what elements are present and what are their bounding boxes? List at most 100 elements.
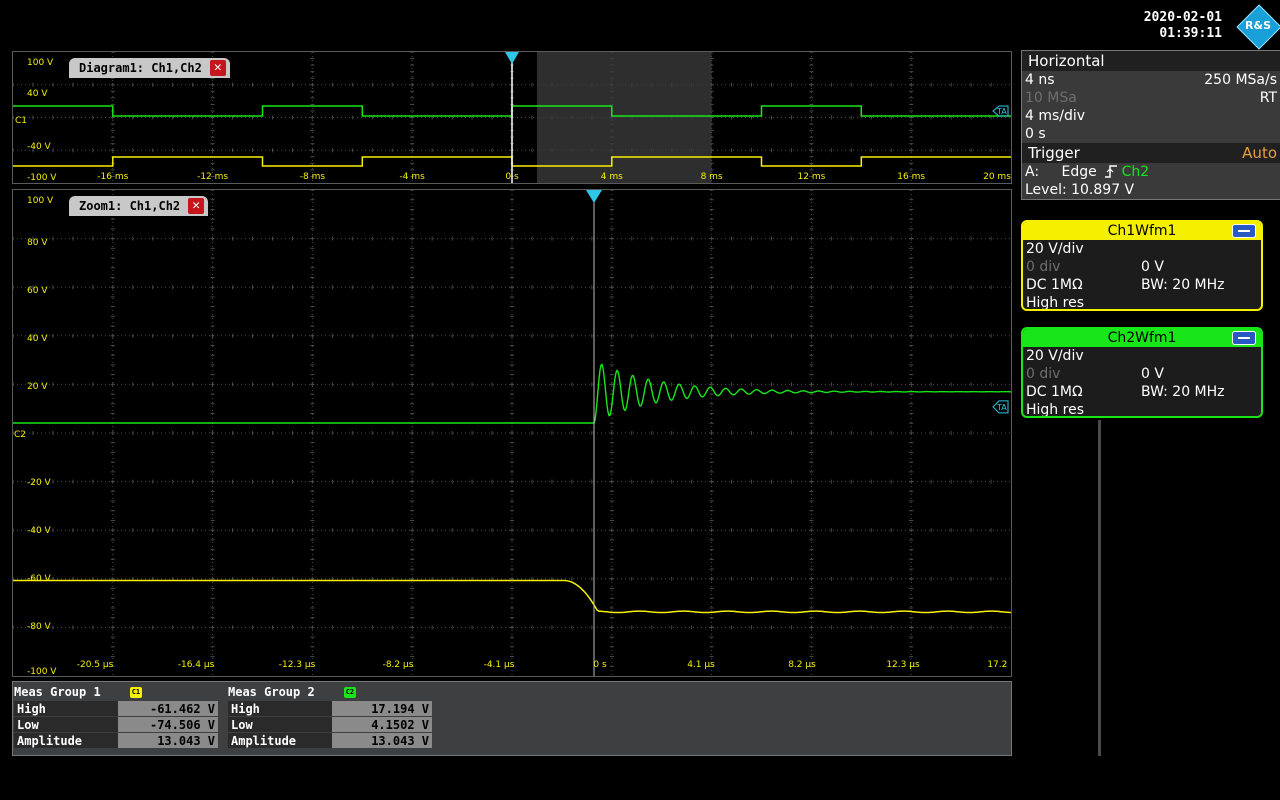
horizontal-position-value: 0 s (1025, 126, 1046, 142)
x-axis-label: 8 ms (701, 172, 723, 182)
meas-group-2-table: High 17.194 V Low 4.1502 V Amplitude 13.043… (228, 700, 432, 749)
meas-group-1-header: Meas Group 1 C1 (14, 685, 218, 700)
ch2-scale: 20 V/div (1026, 348, 1084, 364)
table-row: Low 4.1502 V (228, 717, 432, 732)
x-axis-label: 12.3 µs (886, 660, 920, 670)
x-axis-label: -16 ms (97, 172, 128, 182)
y-axis-label: 100 V (27, 196, 54, 206)
trigger-marker-label: TA (996, 107, 1007, 116)
trigger-title: Trigger (1028, 144, 1080, 162)
meas-value: 4.1502 V (332, 717, 432, 732)
meas-label: Amplitude (14, 733, 118, 748)
trigger-prefix: A: (1025, 164, 1040, 180)
ch1-bandwidth: BW: 20 MHz (1141, 277, 1225, 293)
x-axis-label: 20 ms (983, 172, 1011, 182)
datetime: 2020-02-01 01:39:11 (1130, 10, 1222, 42)
trigger-position-icon (586, 190, 602, 203)
horizontal-panel[interactable]: Horizontal 4 ns 250 MSa/s 10 MSa RT 4 ms… (1021, 50, 1280, 200)
meas-group-2-header: Meas Group 2 C2 (228, 685, 432, 700)
ch2-wfm-title: Ch2Wfm1 (1107, 330, 1177, 346)
horizontal-title: Horizontal (1022, 51, 1280, 71)
ch1-wfm-box[interactable]: Ch1Wfm1 20 V/div 0 div 0 V DC 1MΩ BW: 20… (1021, 220, 1263, 311)
ch1-offset: 0 V (1141, 259, 1164, 275)
rs-logo: R&S (1236, 4, 1280, 50)
meas-label: High (228, 701, 332, 716)
ch2-bandwidth: BW: 20 MHz (1141, 384, 1225, 400)
ch1-minimize-icon[interactable] (1232, 224, 1256, 238)
trigger-level-value: Level: 10.897 V (1025, 182, 1135, 198)
ch1-wfm-title: Ch1Wfm1 (1107, 223, 1177, 239)
x-axis-label: -12 ms (197, 172, 228, 182)
diagram1-tab-label: Diagram1: Ch1,Ch2 (79, 61, 202, 75)
meas-value: -74.506 V (118, 717, 218, 732)
rising-edge-icon (1105, 165, 1118, 178)
ch1-scale: 20 V/div (1026, 241, 1084, 257)
meas-group-2-badge: C2 (343, 687, 356, 698)
x-axis-label: -4.1 µs (484, 660, 515, 670)
meas-value: 17.194 V (332, 701, 432, 716)
x-axis-label: 17.2 µs (987, 660, 1011, 670)
rs-logo-text: R&S (1245, 19, 1271, 32)
table-row: High 17.194 V (228, 701, 432, 716)
meas-group-2[interactable]: Meas Group 2 C2 High 17.194 V Low 4.1502 V… (228, 685, 432, 749)
ch2-mode: High res (1026, 402, 1084, 418)
zoom1-tab[interactable]: Zoom1: Ch1,Ch2 ✕ (69, 196, 209, 216)
diagram1-plot[interactable]: 100 V 40 V -40 V -100 V -16 ms -12 ms -8 ms -4 … (12, 51, 1012, 184)
trigger-type: Edge (1061, 164, 1097, 180)
table-row: Low -74.506 V (14, 717, 218, 732)
zoom1-close-icon[interactable]: ✕ (188, 198, 205, 214)
sample-rate-value: 250 MSa/s (1204, 72, 1277, 88)
meas-group-1[interactable]: Meas Group 1 C1 High -61.462 V Low -74.506… (14, 685, 218, 749)
ch1-coupling-row: DC 1MΩ BW: 20 MHz (1023, 276, 1261, 294)
sidebar-divider (1098, 420, 1101, 756)
x-axis-label: 4.1 µs (687, 660, 715, 670)
x-axis-label: -12.3 µs (279, 660, 316, 670)
time-text: 01:39:11 (1159, 26, 1222, 41)
trigger-marker-label: TA (996, 403, 1007, 412)
ch1-position-row: 0 div 0 V (1023, 258, 1261, 276)
ch1-wfm-title-bar: Ch1Wfm1 (1023, 222, 1261, 240)
zoom-region (536, 52, 712, 183)
horizontal-row-resolution: 4 ns 250 MSa/s (1022, 71, 1280, 89)
x-axis-label: -16.4 µs (178, 660, 215, 670)
ch2-wfm-title-bar: Ch2Wfm1 (1023, 329, 1261, 347)
meas-group-1-table: High -61.462 V Low -74.506 V Amplitude 13.0… (14, 700, 218, 749)
x-axis-label: -8.2 µs (383, 660, 414, 670)
ch2-position-row: 0 div 0 V (1023, 365, 1261, 383)
y-axis-label: -20 V (27, 478, 52, 488)
y-axis-label: -60 V (27, 574, 52, 584)
measurement-panel: Meas Group 1 C1 High -61.462 V Low -74.506… (12, 681, 1012, 756)
y-axis-label: 20 V (27, 382, 48, 392)
ch2-minimize-icon[interactable] (1232, 331, 1256, 345)
meas-label: Low (228, 717, 332, 732)
meas-label: Low (14, 717, 118, 732)
zoom1-tab-label: Zoom1: Ch1,Ch2 (79, 199, 181, 213)
horizontal-row-record-length: 10 MSa RT (1022, 89, 1280, 107)
ch2-marker-label: C2 (14, 430, 26, 440)
ch1-mode: High res (1026, 295, 1084, 311)
diagram1-tab[interactable]: Diagram1: Ch1,Ch2 ✕ (69, 58, 230, 78)
y-axis-label: 60 V (27, 286, 48, 296)
y-axis-label: -80 V (27, 622, 52, 632)
ch2-offset: 0 V (1141, 366, 1164, 382)
y-axis-label: -100 V (27, 667, 57, 676)
y-axis-label: 40 V (27, 334, 48, 344)
meas-group-1-title: Meas Group 1 (14, 685, 101, 699)
x-axis-label: 0 s (593, 660, 607, 670)
zoom1-canvas: 100 V 80 V 60 V 40 V 20 V -20 V -40 V -60 V -80 … (13, 190, 1011, 676)
x-axis-label: 4 ms (601, 172, 623, 182)
meas-group-2-title: Meas Group 2 (228, 685, 315, 699)
table-row: High -61.462 V (14, 701, 218, 716)
zoom1-plot[interactable]: 100 V 80 V 60 V 40 V 20 V -20 V -40 V -60 V -80 … (12, 189, 1012, 677)
table-row: Amplitude 13.043 V (228, 733, 432, 748)
resolution-value: 4 ns (1025, 72, 1055, 88)
trigger-mode-value: Auto (1242, 144, 1277, 162)
ch2-wfm-box[interactable]: Ch2Wfm1 20 V/div 0 div 0 V DC 1MΩ BW: 20… (1021, 327, 1263, 418)
table-row: Amplitude 13.043 V (14, 733, 218, 748)
ch1-marker-label: C1 (15, 116, 27, 126)
meas-label: Amplitude (228, 733, 332, 748)
trigger-position-icon (505, 52, 519, 64)
y-axis-label: -40 V (27, 526, 52, 536)
y-axis-label: 100 V (27, 58, 54, 68)
diagram1-close-icon[interactable]: ✕ (209, 60, 226, 76)
